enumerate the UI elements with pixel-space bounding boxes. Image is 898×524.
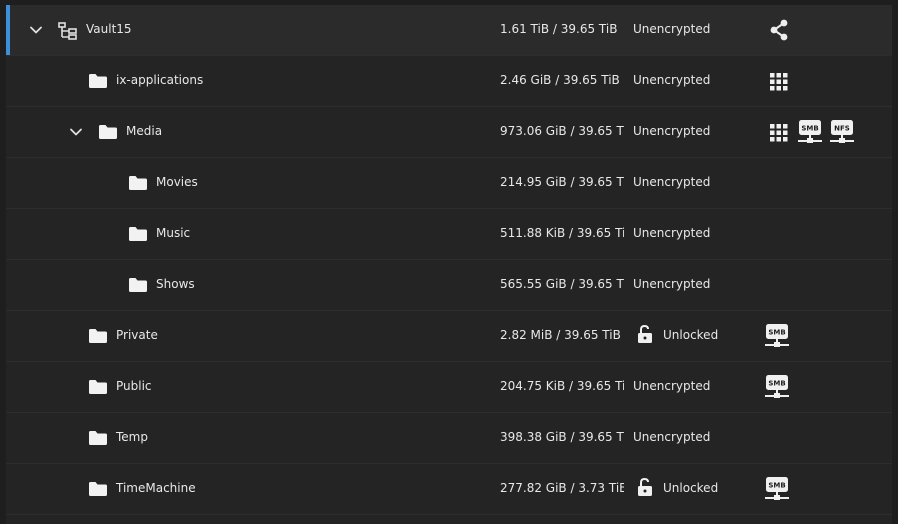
- next-row-partial: [6, 515, 892, 524]
- svg-text:SMB: SMB: [768, 482, 785, 490]
- encryption-status: Unencrypted: [633, 277, 711, 291]
- dataset-name: Music: [156, 226, 191, 240]
- dataset-usage: 2.82 MiB / 39.65 TiB: [500, 328, 621, 342]
- encryption-status: Unencrypted: [633, 22, 711, 36]
- dataset-row[interactable]: Private 2.82 MiB / 39.65 TiB Unlocked SMB: [6, 311, 892, 362]
- dataset-name: Movies: [156, 175, 198, 189]
- folder-icon: [88, 328, 108, 344]
- folder-icon: [98, 124, 118, 140]
- folder-icon: [88, 73, 108, 89]
- dataset-name: TimeMachine: [116, 481, 196, 495]
- share-icon[interactable]: [767, 18, 791, 42]
- dataset-row[interactable]: Shows 565.55 GiB / 39.65 TiB Unencrypted: [6, 260, 892, 311]
- smb-share-icon[interactable]: SMB: [764, 374, 790, 400]
- dataset-usage: 277.82 GiB / 3.73 TiB: [500, 481, 624, 495]
- encryption-status: Unencrypted: [633, 379, 711, 393]
- encryption-status: Unencrypted: [633, 73, 711, 87]
- dataset-usage: 214.95 GiB / 39.65 TiB: [500, 175, 624, 189]
- dataset-tree-icon: [58, 22, 78, 40]
- chevron-down-icon[interactable]: [29, 22, 43, 36]
- dataset-name: Public: [116, 379, 152, 393]
- dataset-usage: 2.46 GiB / 39.65 TiB: [500, 73, 620, 87]
- dataset-usage: 398.38 GiB / 39.65 TiB: [500, 430, 624, 444]
- encryption-status: Unencrypted: [633, 124, 711, 138]
- dataset-name: Media: [126, 124, 163, 138]
- svg-text:NFS: NFS: [834, 125, 850, 133]
- smb-share-icon[interactable]: SMB: [797, 119, 823, 145]
- chevron-down-icon[interactable]: [69, 124, 83, 138]
- dataset-row[interactable]: Vault15 1.61 TiB / 39.65 TiB Unencrypted: [6, 5, 892, 56]
- dataset-row[interactable]: ix-applications 2.46 GiB / 39.65 TiB Unenc…: [6, 56, 892, 107]
- dataset-row[interactable]: TimeMachine 277.82 GiB / 3.73 TiB Unlocked…: [6, 464, 892, 515]
- folder-icon: [88, 430, 108, 446]
- dataset-name: Private: [116, 328, 158, 342]
- nfs-share-icon[interactable]: NFS: [829, 119, 855, 145]
- dataset-name: ix-applications: [116, 73, 204, 87]
- encryption-status: Unencrypted: [633, 226, 711, 240]
- encryption-status: Unencrypted: [633, 430, 711, 444]
- dataset-name: Temp: [116, 430, 148, 444]
- dataset-usage: 973.06 GiB / 39.65 TiB: [500, 124, 624, 138]
- apps-grid-icon[interactable]: [770, 73, 788, 91]
- svg-text:SMB: SMB: [768, 380, 785, 388]
- folder-icon: [88, 379, 108, 395]
- encryption-status: Unencrypted: [633, 175, 711, 189]
- lock-open-icon: [636, 477, 654, 497]
- smb-share-icon[interactable]: SMB: [764, 476, 790, 502]
- svg-text:SMB: SMB: [768, 329, 785, 337]
- dataset-row[interactable]: Media 973.06 GiB / 39.65 TiB Unencrypted SM…: [6, 107, 892, 158]
- dataset-usage: 204.75 KiB / 39.65 TiB: [500, 379, 624, 393]
- svg-text:SMB: SMB: [801, 125, 818, 133]
- folder-icon: [88, 481, 108, 497]
- smb-share-icon[interactable]: SMB: [764, 323, 790, 349]
- dataset-usage: 511.88 KiB / 39.65 TiB: [500, 226, 624, 240]
- lock-open-icon: [636, 324, 654, 344]
- dataset-row[interactable]: Temp 398.38 GiB / 39.65 TiB Unencrypted: [6, 413, 892, 464]
- folder-icon: [128, 277, 148, 293]
- dataset-tree: Vault15 1.61 TiB / 39.65 TiB Unencrypted ix…: [6, 5, 892, 515]
- dataset-row[interactable]: Movies 214.95 GiB / 39.65 TiB Unencrypted: [6, 158, 892, 209]
- dataset-usage: 565.55 GiB / 39.65 TiB: [500, 277, 624, 291]
- dataset-row[interactable]: Public 204.75 KiB / 39.65 TiB Unencrypted S…: [6, 362, 892, 413]
- encryption-status: Unlocked: [663, 481, 719, 495]
- dataset-row[interactable]: Music 511.88 KiB / 39.65 TiB Unencrypted: [6, 209, 892, 260]
- dataset-name: Shows: [156, 277, 195, 291]
- apps-grid-icon[interactable]: [770, 124, 788, 142]
- encryption-status: Unlocked: [663, 328, 719, 342]
- folder-icon: [128, 226, 148, 242]
- dataset-usage: 1.61 TiB / 39.65 TiB: [500, 22, 618, 36]
- dataset-name: Vault15: [86, 22, 132, 36]
- folder-icon: [128, 175, 148, 191]
